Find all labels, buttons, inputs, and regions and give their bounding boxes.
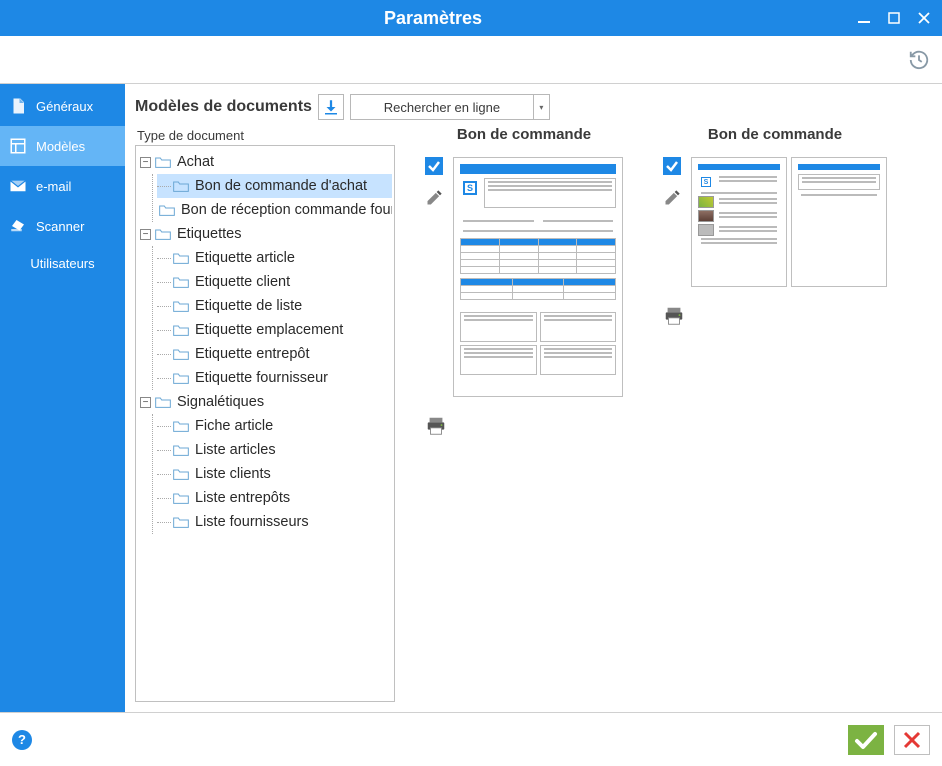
tree-node-liste-entrepots[interactable]: Liste entrepôts xyxy=(157,486,392,510)
tree-label: Liste articles xyxy=(195,442,276,458)
tree-node-etiquette-emplacement[interactable]: Etiquette emplacement xyxy=(157,318,392,342)
folder-icon xyxy=(173,179,189,193)
tree-label: Etiquette entrepôt xyxy=(195,346,309,362)
edit-template-button[interactable] xyxy=(425,187,445,207)
mail-icon xyxy=(8,176,28,196)
print-button[interactable] xyxy=(425,415,447,437)
window-title: Paramètres xyxy=(10,8,856,29)
tree-node-achat[interactable]: − Achat xyxy=(138,150,392,174)
download-button[interactable] xyxy=(318,94,344,120)
preview-title: Bon de commande xyxy=(425,126,623,143)
main-header: Modèles de documents Rechercher en ligne… xyxy=(125,84,942,126)
footer: ? xyxy=(0,712,942,766)
tree-node-etiquette-liste[interactable]: Etiquette de liste xyxy=(157,294,392,318)
document-icon xyxy=(8,96,28,116)
help-button[interactable]: ? xyxy=(12,730,32,750)
close-button[interactable] xyxy=(916,10,932,26)
sidebar: Généraux Modèles e-mail Scanner xyxy=(0,84,125,712)
sidebar-item-email[interactable]: e-mail xyxy=(0,166,125,206)
tree-label: Etiquette client xyxy=(195,274,290,290)
sidebar-item-users[interactable]: Utilisateurs xyxy=(0,246,125,281)
folder-icon xyxy=(173,467,189,481)
template-icon xyxy=(8,136,28,156)
tree-node-etiquette-client[interactable]: Etiquette client xyxy=(157,270,392,294)
tree-node-liste-articles[interactable]: Liste articles xyxy=(157,438,392,462)
print-button[interactable] xyxy=(663,305,685,327)
folder-icon xyxy=(173,347,189,361)
tree-label: Signalétiques xyxy=(177,394,264,410)
tree-node-etiquette-fournisseur[interactable]: Etiquette fournisseur xyxy=(157,366,392,390)
folder-icon xyxy=(173,491,189,505)
tree-node-etiquettes[interactable]: − Etiquettes xyxy=(138,222,392,246)
sidebar-item-general[interactable]: Généraux xyxy=(0,86,125,126)
collapse-icon[interactable]: − xyxy=(140,157,151,168)
search-online-dropdown[interactable]: Rechercher en ligne ▾ xyxy=(350,94,550,120)
tree-title: Type de document xyxy=(137,128,395,143)
sidebar-item-label: Utilisateurs xyxy=(30,256,94,271)
template-thumbnail[interactable]: S xyxy=(691,157,887,287)
sidebar-item-label: Modèles xyxy=(36,139,85,154)
folder-icon xyxy=(173,323,189,337)
folder-icon xyxy=(173,275,189,289)
folder-icon xyxy=(173,371,189,385)
tree-node-signaletiques[interactable]: − Signalétiques xyxy=(138,390,392,414)
ok-button[interactable] xyxy=(848,725,884,755)
tree-label: Fiche article xyxy=(195,418,273,434)
tree-node-etiquette-article[interactable]: Etiquette article xyxy=(157,246,392,270)
search-online-label: Rechercher en ligne xyxy=(351,100,533,115)
tree-label: Etiquettes xyxy=(177,226,242,242)
template-preview-1: Bon de commande xyxy=(425,126,623,702)
folder-icon xyxy=(173,299,189,313)
collapse-icon[interactable]: − xyxy=(140,397,151,408)
tree-node-fiche-article[interactable]: Fiche article xyxy=(157,414,392,438)
maximize-button[interactable] xyxy=(886,10,902,26)
tree-label: Liste entrepôts xyxy=(195,490,290,506)
sidebar-item-label: Scanner xyxy=(36,219,84,234)
sidebar-item-models[interactable]: Modèles xyxy=(0,126,125,166)
folder-icon xyxy=(173,443,189,457)
template-selected-checkbox[interactable] xyxy=(663,157,681,175)
folder-icon xyxy=(155,395,171,409)
tree-node-bon-reception[interactable]: Bon de réception commande fournisseur xyxy=(157,198,392,222)
preview-title: Bon de commande xyxy=(663,126,887,143)
template-thumbnail[interactable]: S xyxy=(453,157,623,397)
tree-label: Bon de réception commande fournisseur xyxy=(181,202,392,218)
toolbar xyxy=(0,36,942,84)
folder-icon xyxy=(155,155,171,169)
history-icon[interactable] xyxy=(908,49,930,71)
sidebar-item-label: Généraux xyxy=(36,99,93,114)
folder-icon xyxy=(173,419,189,433)
cancel-button[interactable] xyxy=(894,725,930,755)
folder-icon xyxy=(159,203,175,217)
tree-node-etiquette-entrepot[interactable]: Etiquette entrepôt xyxy=(157,342,392,366)
template-preview-2: Bon de commande xyxy=(663,126,887,702)
sidebar-item-label: e-mail xyxy=(36,179,71,194)
tree-label: Etiquette fournisseur xyxy=(195,370,328,386)
tree-label: Etiquette emplacement xyxy=(195,322,343,338)
tree-label: Achat xyxy=(177,154,214,170)
folder-icon xyxy=(173,251,189,265)
tree-label: Liste fournisseurs xyxy=(195,514,309,530)
tree-label: Liste clients xyxy=(195,466,271,482)
titlebar: Paramètres xyxy=(0,0,942,36)
edit-template-button[interactable] xyxy=(663,187,683,207)
collapse-icon[interactable]: − xyxy=(140,229,151,240)
scanner-icon xyxy=(8,216,28,236)
chevron-down-icon[interactable]: ▾ xyxy=(533,95,549,119)
tree-node-bon-commande-achat[interactable]: Bon de commande d'achat xyxy=(157,174,392,198)
tree-label: Etiquette article xyxy=(195,250,295,266)
folder-icon xyxy=(155,227,171,241)
tree-node-liste-fournisseurs[interactable]: Liste fournisseurs xyxy=(157,510,392,534)
folder-icon xyxy=(173,515,189,529)
page-heading: Modèles de documents xyxy=(135,98,312,116)
minimize-button[interactable] xyxy=(856,10,872,26)
template-selected-checkbox[interactable] xyxy=(425,157,443,175)
document-type-tree: − Achat Bon de commande d'achat xyxy=(135,145,395,702)
sidebar-item-scanner[interactable]: Scanner xyxy=(0,206,125,246)
tree-node-liste-clients[interactable]: Liste clients xyxy=(157,462,392,486)
tree-label: Bon de commande d'achat xyxy=(195,178,367,194)
tree-label: Etiquette de liste xyxy=(195,298,302,314)
